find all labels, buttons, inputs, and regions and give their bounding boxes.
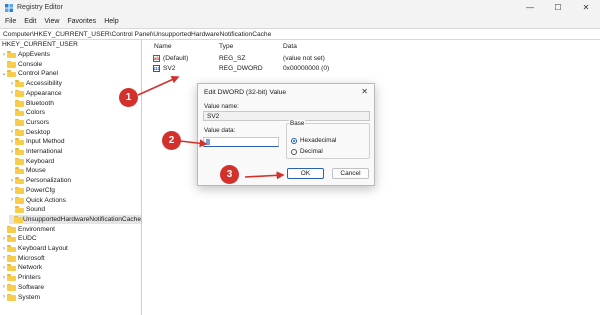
arrow-step3 (244, 171, 285, 180)
arrow-step2 (179, 139, 208, 148)
step-3-badge: 3 (220, 165, 239, 184)
step-1-badge: 1 (119, 88, 138, 107)
annotation-arrows (137, 75, 285, 180)
arrow-step1 (137, 75, 180, 96)
step-2-badge: 2 (162, 131, 181, 150)
